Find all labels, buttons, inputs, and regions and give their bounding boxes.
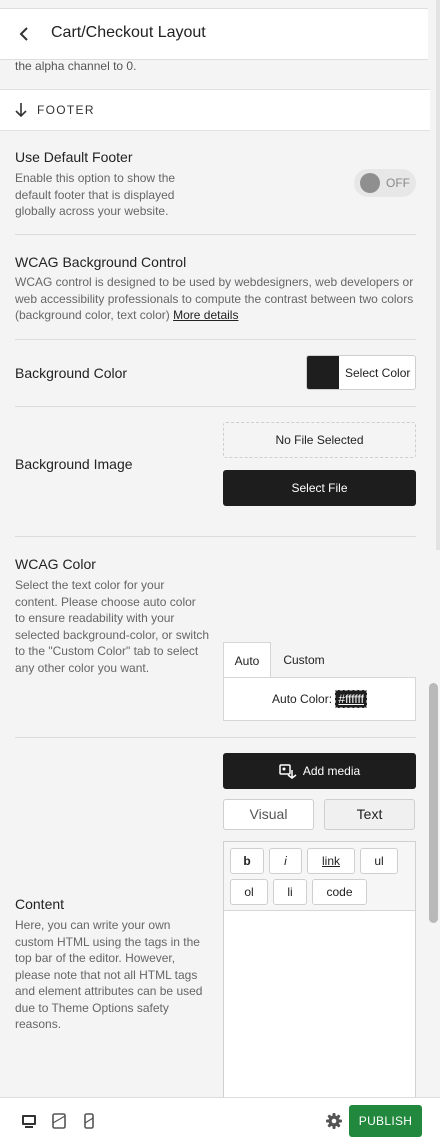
divider — [15, 339, 416, 340]
color-swatch — [307, 356, 339, 389]
add-media-label: Add media — [302, 764, 361, 778]
auto-color-label: Auto Color: — [272, 692, 333, 706]
gear-icon[interactable] — [325, 1112, 343, 1130]
quicktag-b[interactable]: b — [230, 848, 264, 874]
use-default-footer-title: Use Default Footer — [15, 149, 133, 165]
toggle-knob — [360, 173, 380, 193]
desc-line: and element attributes can be used — [15, 984, 203, 998]
quicktag-ol[interactable]: ol — [230, 879, 268, 905]
panel-header: Cart/Checkout Layout — [0, 9, 428, 60]
desc-line: top bar of the editor. However, — [15, 951, 176, 965]
desc-line: Enable this option to show the — [15, 171, 176, 185]
desc-line: any other color you want. — [15, 660, 150, 675]
tab-text[interactable]: Text — [324, 799, 415, 830]
scrollbar-thumb[interactable] — [429, 683, 438, 923]
mobile-icon[interactable] — [80, 1112, 98, 1130]
truncated-description: the alpha channel to 0. — [15, 59, 137, 73]
auto-color-value: #ffffff — [335, 690, 367, 708]
add-media-button[interactable]: Add media — [223, 753, 416, 789]
divider — [15, 737, 416, 738]
background-image-title: Background Image — [15, 456, 133, 472]
file-status: No File Selected — [223, 422, 416, 458]
desc-line: selected background-color, or switch — [15, 627, 210, 642]
tab-custom[interactable]: Custom — [271, 642, 337, 678]
panel-title: Cart/Checkout Layout — [51, 24, 206, 41]
desc-line: web accessibility professionals to compu… — [15, 291, 414, 306]
desc-line: (background color, text color) More deta… — [15, 307, 413, 324]
add-media-icon — [279, 764, 297, 779]
desc-line: Select the text color for your — [15, 578, 165, 592]
wcag-color-desc: Select the text color for your content. … — [15, 577, 209, 676]
wcag-color-title: WCAG Color — [15, 556, 96, 572]
tab-visual[interactable]: Visual — [223, 799, 314, 830]
desc-line: content. Please choose auto color — [15, 594, 196, 609]
desc-line: default footer that is displayed — [15, 187, 175, 202]
content-desc: Here, you can write your own custom HTML… — [15, 917, 202, 1033]
quicktag-li[interactable]: li — [273, 879, 307, 905]
quicktag-i[interactable]: i — [269, 848, 302, 874]
tablet-icon[interactable] — [50, 1112, 68, 1130]
wcag-bg-control-desc: WCAG control is designed to be used by w… — [15, 274, 413, 324]
divider — [15, 406, 416, 407]
publish-button[interactable]: PUBLISH — [349, 1105, 422, 1137]
desc-line: Here, you can write your own — [15, 918, 171, 932]
toggle-state-label: OFF — [386, 176, 410, 190]
more-details-link[interactable]: More details — [173, 308, 238, 322]
select-color-button[interactable]: Select Color — [306, 355, 416, 390]
desc-line: to ensure readability with your — [15, 611, 175, 625]
select-color-label: Select Color — [345, 366, 411, 380]
desc-line: due to Theme Options safety — [15, 1000, 169, 1015]
auto-color-panel: Auto Color: #ffffff — [223, 677, 416, 721]
desc-line: reasons. — [15, 1017, 62, 1031]
top-strip — [0, 0, 428, 9]
quicktag-ul[interactable]: ul — [360, 848, 398, 874]
desc-line: globally across your website. — [15, 204, 169, 218]
quicktag-link[interactable]: link — [307, 848, 355, 874]
arrow-down-icon — [14, 102, 28, 118]
default-footer-toggle[interactable]: OFF — [354, 169, 416, 197]
desktop-icon[interactable] — [20, 1112, 38, 1130]
section-label: FOOTER — [37, 103, 95, 117]
desc-line: to the "Custom Color" tab to select — [15, 644, 199, 658]
select-file-button[interactable]: Select File — [223, 470, 416, 506]
divider — [15, 234, 416, 235]
footer-section-header[interactable]: FOOTER — [0, 89, 430, 131]
desc-line: please note that not all HTML tags — [15, 967, 198, 982]
background-color-title: Background Color — [15, 365, 128, 381]
desc-line: WCAG control is designed to be used by w… — [15, 275, 414, 289]
bottom-bar: PUBLISH — [0, 1097, 440, 1144]
html-editor[interactable]: b i link ul ol li code — [223, 841, 416, 1106]
desc-line: custom HTML using the tags in the — [15, 934, 200, 949]
wcag-bg-control-title: WCAG Background Control — [15, 254, 187, 270]
desc-text: (background color, text color) — [15, 308, 170, 322]
wcag-color-tabs: Auto Custom — [223, 642, 416, 678]
content-title: Content — [15, 896, 65, 912]
divider — [15, 536, 416, 537]
scroll-track — [436, 0, 440, 550]
tab-auto[interactable]: Auto — [223, 642, 271, 678]
back-chevron-icon[interactable] — [14, 23, 36, 45]
editor-toolbar: b i link ul ol li code — [224, 842, 415, 911]
quicktag-code[interactable]: code — [312, 879, 367, 905]
use-default-footer-desc: Enable this option to show the default f… — [15, 170, 175, 220]
